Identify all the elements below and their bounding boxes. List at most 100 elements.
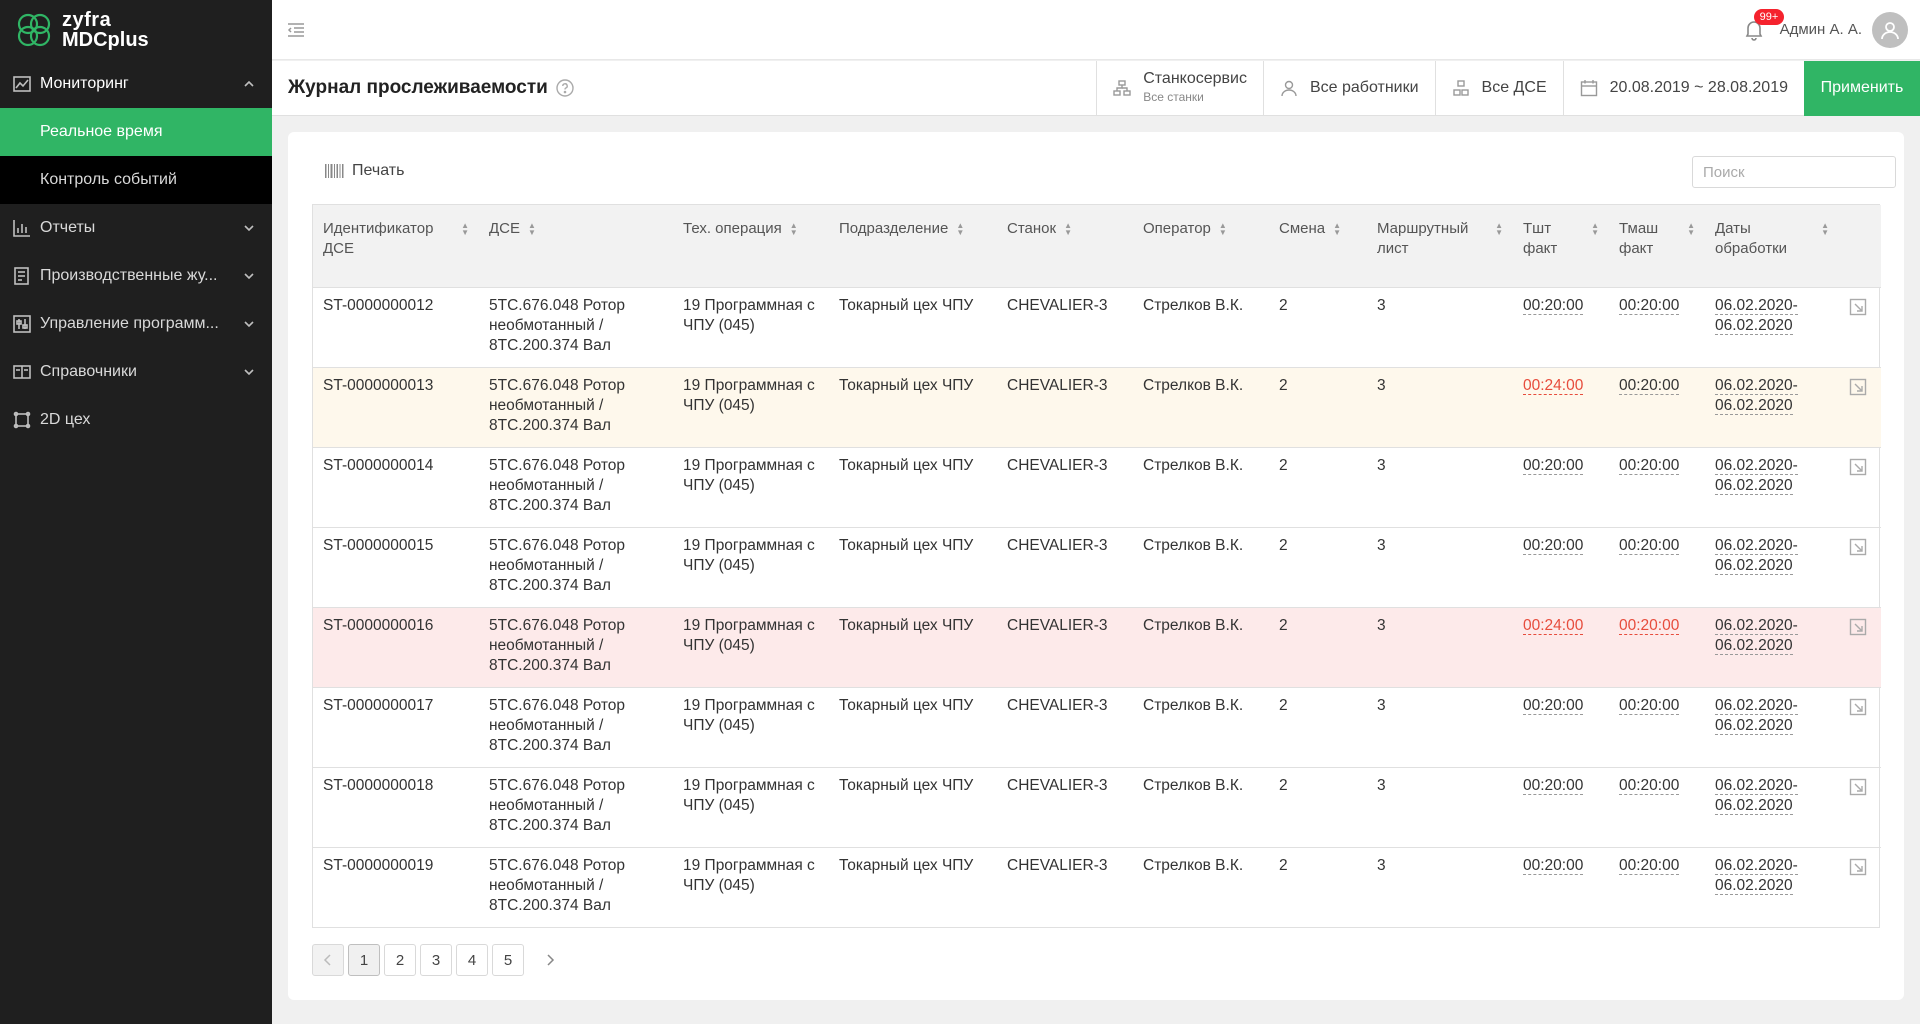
next-page-button[interactable]	[534, 944, 566, 976]
parts-filter[interactable]: Все ДСЕ	[1434, 60, 1563, 116]
open-details-icon[interactable]	[1849, 698, 1867, 716]
column-header[interactable]: Станок ▲ ▼	[997, 205, 1133, 288]
tsht-value[interactable]: 00:20:00	[1523, 776, 1584, 795]
tsht-value[interactable]: 00:20:00	[1523, 856, 1584, 875]
table-row[interactable]: ST-0000000018 5ТС.676.048 Ротор необмотан…	[313, 767, 1881, 848]
sort-icon[interactable]: ▲ ▼	[1064, 222, 1072, 237]
sidebar-subitem-realtime[interactable]: Реальное время	[0, 108, 272, 156]
column-header[interactable]: Смена ▲ ▼	[1269, 205, 1367, 288]
tsht-value[interactable]: 00:20:00	[1523, 296, 1584, 315]
date-to[interactable]: 06.02.2020	[1715, 636, 1793, 655]
sidebar-item-2d-shop[interactable]: 2D цех	[0, 396, 272, 444]
sort-icon[interactable]: ▲ ▼	[1687, 222, 1695, 237]
date-from[interactable]: 06.02.2020-	[1715, 776, 1798, 795]
date-to[interactable]: 06.02.2020	[1715, 716, 1793, 735]
sort-icon[interactable]: ▲ ▼	[1591, 222, 1599, 237]
page-button-5[interactable]: 5	[492, 944, 524, 976]
sidebar-subitem-events[interactable]: Контроль событий	[0, 156, 272, 204]
open-details-icon[interactable]	[1849, 538, 1867, 556]
tsht-value[interactable]: 00:20:00	[1523, 696, 1584, 715]
sort-icon[interactable]: ▲ ▼	[1821, 222, 1829, 237]
user-name[interactable]: Админ А. А.	[1780, 21, 1862, 38]
sidebar-item-journals[interactable]: Производственные жу...	[0, 252, 272, 300]
date-to[interactable]: 06.02.2020	[1715, 876, 1793, 895]
prev-page-button[interactable]	[312, 944, 344, 976]
column-header[interactable]: Идентификатор ДСЕ ▲ ▼	[313, 205, 479, 288]
tmash-value[interactable]: 00:20:00	[1619, 376, 1680, 395]
workers-filter[interactable]: Все работники	[1262, 60, 1435, 116]
sidebar-item-reports[interactable]: Отчеты	[0, 204, 272, 252]
date-from[interactable]: 06.02.2020-	[1715, 296, 1798, 315]
column-header-label: ДСЕ	[489, 220, 520, 237]
date-from[interactable]: 06.02.2020-	[1715, 456, 1798, 475]
table-row[interactable]: ST-0000000015 5ТС.676.048 Ротор необмотан…	[313, 527, 1881, 608]
sort-icon[interactable]: ▲ ▼	[1333, 222, 1341, 237]
date-from[interactable]: 06.02.2020-	[1715, 536, 1798, 555]
tmash-value[interactable]: 00:20:00	[1619, 696, 1680, 715]
column-header[interactable]: Даты обработки ▲ ▼	[1705, 205, 1839, 288]
open-details-icon[interactable]	[1849, 618, 1867, 636]
tmash-value[interactable]: 00:20:00	[1619, 616, 1680, 635]
apply-button[interactable]: Применить	[1804, 60, 1920, 116]
date-from[interactable]: 06.02.2020-	[1715, 696, 1798, 715]
date-to[interactable]: 06.02.2020	[1715, 396, 1793, 415]
cell-route-sheet-text: 3	[1377, 456, 1386, 474]
machine-filter[interactable]: Станкосервис Все станки	[1096, 60, 1263, 116]
column-header[interactable]: Тмаш факт ▲ ▼	[1609, 205, 1705, 288]
sidebar-item-monitoring[interactable]: Мониторинг	[0, 60, 272, 108]
date-from[interactable]: 06.02.2020-	[1715, 376, 1798, 395]
page-button-1[interactable]: 1	[348, 944, 380, 976]
table-row[interactable]: ST-0000000013 5ТС.676.048 Ротор необмотан…	[313, 367, 1881, 448]
tsht-value[interactable]: 00:24:00	[1523, 616, 1584, 635]
tmash-value[interactable]: 00:20:00	[1619, 536, 1680, 555]
tmash-value[interactable]: 00:20:00	[1619, 856, 1680, 875]
sort-icon[interactable]: ▲ ▼	[461, 222, 469, 237]
table-row[interactable]: ST-0000000016 5ТС.676.048 Ротор необмотан…	[313, 607, 1881, 688]
tsht-value[interactable]: 00:24:00	[1523, 376, 1584, 395]
date-from[interactable]: 06.02.2020-	[1715, 856, 1798, 875]
sort-icon[interactable]: ▲ ▼	[1219, 222, 1227, 237]
avatar[interactable]	[1872, 11, 1908, 48]
column-header[interactable]: Оператор ▲ ▼	[1133, 205, 1269, 288]
tmash-value[interactable]: 00:20:00	[1619, 776, 1680, 795]
table-row[interactable]: ST-0000000017 5ТС.676.048 Ротор необмотан…	[313, 687, 1881, 768]
menu-collapse-icon[interactable]	[286, 20, 306, 40]
page-button-3[interactable]: 3	[420, 944, 452, 976]
sort-icon[interactable]: ▲ ▼	[956, 222, 964, 237]
sidebar-item-programs[interactable]: Управление программ...	[0, 300, 272, 348]
tmash-value[interactable]: 00:20:00	[1619, 456, 1680, 475]
notifications-button[interactable]: 99+	[1744, 8, 1785, 41]
column-header[interactable]: Тех. операция ▲ ▼	[673, 205, 829, 288]
open-details-icon[interactable]	[1849, 458, 1867, 476]
column-header[interactable]: Подразделение ▲ ▼	[829, 205, 997, 288]
table-row[interactable]: ST-0000000014 5ТС.676.048 Ротор необмотан…	[313, 447, 1881, 528]
column-header[interactable]: Маршрутный лист ▲ ▼	[1367, 205, 1513, 288]
open-details-icon[interactable]	[1849, 378, 1867, 396]
print-button[interactable]: Печать	[324, 162, 404, 180]
sort-icon[interactable]: ▲ ▼	[528, 222, 536, 237]
page-button-4[interactable]: 4	[456, 944, 488, 976]
column-header[interactable]: Тшт факт ▲ ▼	[1513, 205, 1609, 288]
tsht-value[interactable]: 00:20:00	[1523, 456, 1584, 475]
date-to[interactable]: 06.02.2020	[1715, 316, 1793, 335]
sort-icon[interactable]: ▲ ▼	[1495, 222, 1503, 237]
date-range-filter[interactable]: 20.08.2019 ~ 28.08.2019	[1562, 60, 1804, 116]
open-details-icon[interactable]	[1849, 858, 1867, 876]
tsht-value[interactable]: 00:20:00	[1523, 536, 1584, 555]
date-to[interactable]: 06.02.2020	[1715, 556, 1793, 575]
open-details-icon[interactable]	[1849, 778, 1867, 796]
table-row[interactable]: ST-0000000019 5ТС.676.048 Ротор необмотан…	[313, 847, 1881, 927]
logo[interactable]: zyfra MDCplus	[0, 0, 272, 60]
search-input[interactable]	[1703, 163, 1902, 181]
date-from[interactable]: 06.02.2020-	[1715, 616, 1798, 635]
tmash-value[interactable]: 00:20:00	[1619, 296, 1680, 315]
open-details-icon[interactable]	[1849, 298, 1867, 316]
sort-icon[interactable]: ▲ ▼	[790, 222, 798, 237]
sidebar-item-references[interactable]: Справочники	[0, 348, 272, 396]
table-row[interactable]: ST-0000000012 5ТС.676.048 Ротор необмотан…	[313, 287, 1881, 368]
date-to[interactable]: 06.02.2020	[1715, 796, 1793, 815]
page-button-2[interactable]: 2	[384, 944, 416, 976]
date-to[interactable]: 06.02.2020	[1715, 476, 1793, 495]
help-icon[interactable]	[556, 79, 574, 97]
column-header[interactable]: ДСЕ ▲ ▼	[479, 205, 673, 288]
